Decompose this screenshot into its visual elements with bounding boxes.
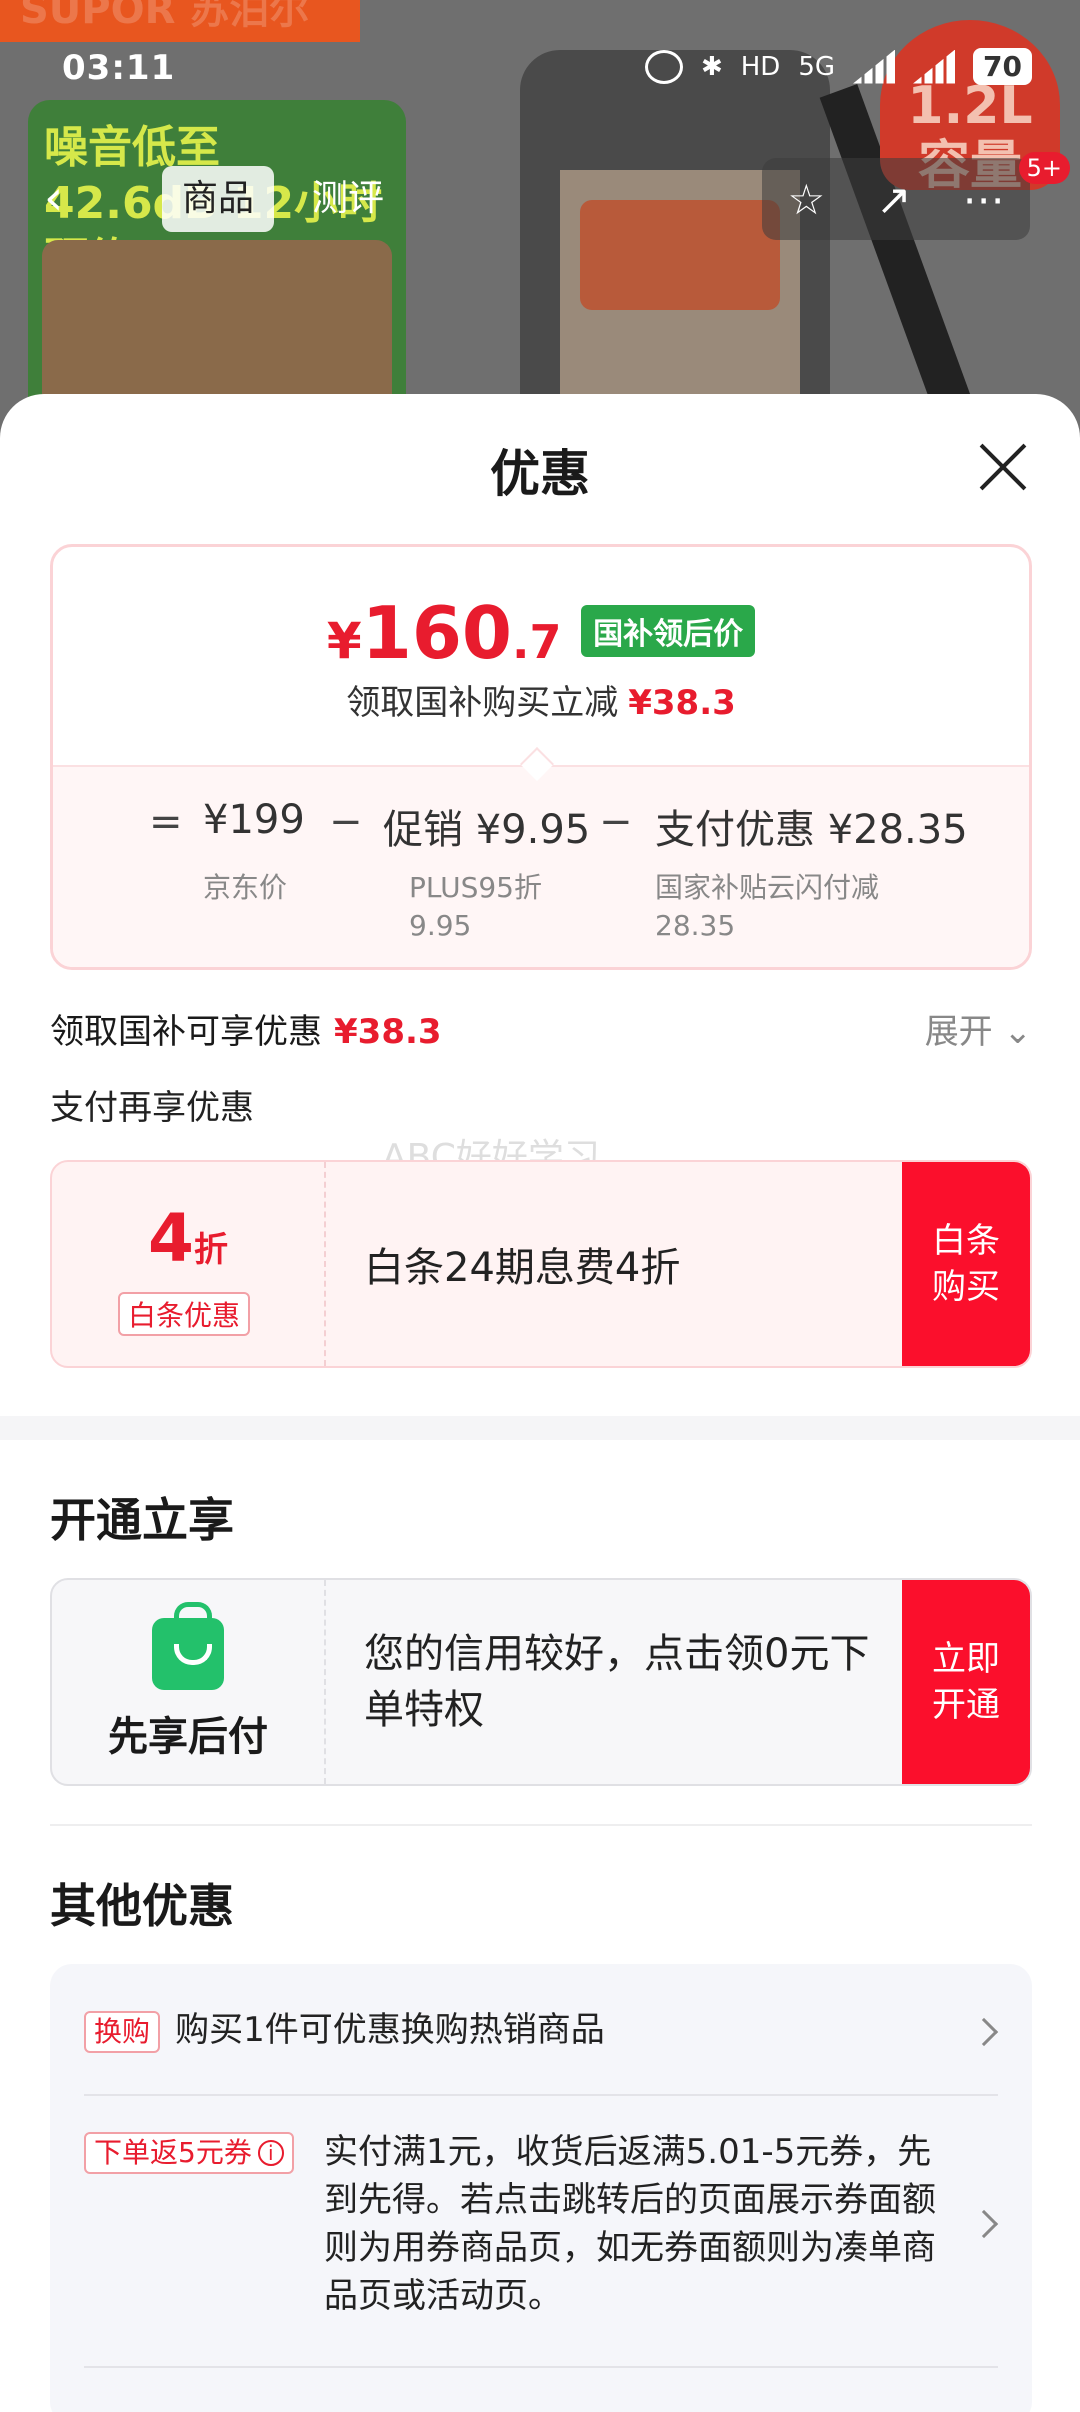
close-icon[interactable]: [976, 440, 1030, 494]
baitiao-buy-line-1: 白条: [932, 1221, 1000, 1261]
formula-minus-2: −: [599, 799, 633, 845]
pay-again-label: 支付再享优惠: [50, 1088, 254, 1128]
formula-promo-note-1: PLUS95折: [409, 871, 542, 904]
status-time: 03:11: [62, 48, 176, 88]
back-icon[interactable]: ‹: [44, 170, 104, 230]
baitiao-desc: 白条24期息费4折: [364, 1245, 681, 1291]
open-now-line-2: 开通: [932, 1685, 1000, 1725]
exchange-tag: 换购: [84, 2011, 161, 2053]
status-bar: 03:11 ✱ HD 5G 70: [0, 40, 1080, 100]
formula-pay-note-2: 28.35: [655, 909, 736, 942]
pay-later-desc: 您的信用较好，点击领0元下单特权: [364, 1631, 870, 1733]
price-sub-label: 领取国补购买立减: [346, 683, 619, 723]
list-item-exchange[interactable]: 换购 购买1件可优惠换购热销商品: [84, 2006, 999, 2054]
final-price: ¥160.7 国补领后价: [53, 591, 1029, 675]
other-discounts-list: 换购 购买1件可优惠换购热销商品 下单返5元券 i 实付满1元，收货后返满5.01…: [50, 1964, 1032, 2412]
formula-promo-note-2: 9.95: [409, 909, 472, 942]
exchange-text: 购买1件可优惠换购热销商品: [175, 2010, 605, 2050]
formula-pay: 支付优惠 ¥28.35: [655, 807, 968, 853]
cart-count-badge: 5+: [1018, 152, 1070, 184]
promo-thumbnail: 噪音低至42.6dB 12小时预约: [28, 100, 406, 440]
other-section-title: 其他优惠: [50, 1879, 234, 1933]
favorite-star-icon[interactable]: ☆: [788, 175, 826, 224]
baitiao-tag: 白条优惠: [118, 1292, 251, 1336]
open-now-button[interactable]: 立即 开通: [902, 1580, 1030, 1784]
pay-later-label: 先享后付: [108, 1714, 268, 1760]
baitiao-discount-unit: 折: [193, 1230, 228, 1270]
price-summary: ¥160.7 国补领后价 领取国补购买立减 ¥38.3: [53, 547, 1029, 765]
signal-icon-2: [913, 49, 956, 84]
coupon-tag-label: 下单返5元券: [94, 2136, 252, 2169]
pay-later-card[interactable]: 先享后付 您的信用较好，点击领0元下单特权 立即开通: [50, 1578, 1032, 1786]
chevron-right-icon: [969, 2017, 999, 2047]
nav-actions: ☆ ↗ ⋯ 5+: [762, 152, 1070, 240]
row-divider: [84, 2366, 998, 2368]
formula-promo: 促销 ¥9.95: [383, 807, 591, 853]
bluetooth-icon: ✱: [700, 51, 723, 82]
coupon-text: 实付满1元，收货后返满5.01-5元券，先到先得。若点击跳转后的页面展示券面额则…: [324, 2132, 936, 2316]
expand-label: 展开: [924, 1012, 993, 1052]
pay-later-badge: 先享后付: [52, 1580, 326, 1784]
formula-minus-1: −: [329, 799, 363, 845]
product-top-nav: ‹ 商品 测评 ☆ ↗ ⋯ 5+: [24, 152, 1070, 240]
receive-subsidy-value: ¥38.3: [334, 1012, 442, 1052]
formula-pay-note-1: 国家补贴云闪付减: [655, 871, 880, 904]
baitiao-discount-number: 4: [148, 1200, 194, 1277]
price-subtitle: 领取国补购买立减 ¥38.3: [53, 675, 1029, 724]
expand-toggle[interactable]: 展开 ⌄: [925, 1004, 1032, 1053]
row-divider: [84, 2094, 998, 2096]
price-formula: = ¥199 京东价 − 促销 ¥9.95 PLUS95折 9.95 − 支付优…: [53, 765, 1029, 967]
tab-goods[interactable]: 商品: [162, 166, 275, 232]
baitiao-badge: 4折 白条优惠: [52, 1162, 326, 1366]
receive-subsidy-row[interactable]: 领取国补可享优惠 ¥38.3 展开 ⌄: [50, 1004, 1032, 1058]
baitiao-discount: 4折: [52, 1200, 324, 1277]
shopping-bag-icon: [152, 1602, 224, 1690]
discount-sheet: 优惠 ¥160.7 国补领后价 领取国补购买立减 ¥38.3 = ¥199 京东价…: [0, 394, 1080, 2412]
more-icon[interactable]: ⋯: [962, 175, 1004, 224]
baitiao-card[interactable]: 4折 白条优惠 白条24期息费4折 白条购买: [50, 1160, 1032, 1368]
signal-icon: [853, 49, 896, 84]
section-divider: [0, 1416, 1080, 1440]
chevron-right-icon: [969, 2209, 999, 2239]
open-section-title: 开通立享: [50, 1493, 234, 1547]
battery-icon: 70: [973, 48, 1032, 85]
hd-icon: HD: [740, 51, 781, 82]
formula-jd-price: ¥199: [203, 797, 305, 843]
open-now-line-1: 立即: [932, 1639, 1000, 1679]
price-card: ¥160.7 国补领后价 领取国补购买立减 ¥38.3 = ¥199 京东价 − …: [50, 544, 1032, 970]
info-icon[interactable]: i: [257, 2140, 284, 2166]
list-item-coupon[interactable]: 下单返5元券 i 实付满1元，收货后返满5.01-5元券，先到先得。若点击跳转后的…: [84, 2128, 999, 2320]
price-sub-value: ¥38.3: [628, 683, 736, 723]
price-currency: ¥: [326, 612, 362, 670]
baitiao-buy-button[interactable]: 白条 购买: [902, 1162, 1030, 1366]
alarm-icon: [644, 49, 683, 84]
receive-subsidy-label: 领取国补可享优惠: [50, 1012, 322, 1052]
formula-equals: =: [149, 799, 183, 845]
gov-subsidy-tag: 国补领后价: [581, 605, 756, 657]
sheet-title: 优惠: [490, 445, 590, 503]
chevron-down-icon: ⌄: [1003, 1012, 1033, 1052]
brand-banner: SUPOR 苏泊尔: [0, 0, 360, 42]
share-icon[interactable]: ↗: [876, 175, 911, 224]
price-integer: 160: [361, 591, 513, 675]
formula-jd-label: 京东价: [203, 871, 288, 904]
status-icons: ✱ HD 5G 70: [644, 48, 1032, 85]
tab-review[interactable]: 测评: [292, 166, 404, 232]
thin-divider: [50, 1824, 1032, 1826]
price-decimal: .7: [512, 615, 562, 669]
coupon-tag: 下单返5元券 i: [84, 2132, 294, 2174]
baitiao-buy-line-2: 购买: [932, 1267, 1000, 1307]
network-type-label: 5G: [798, 51, 836, 82]
